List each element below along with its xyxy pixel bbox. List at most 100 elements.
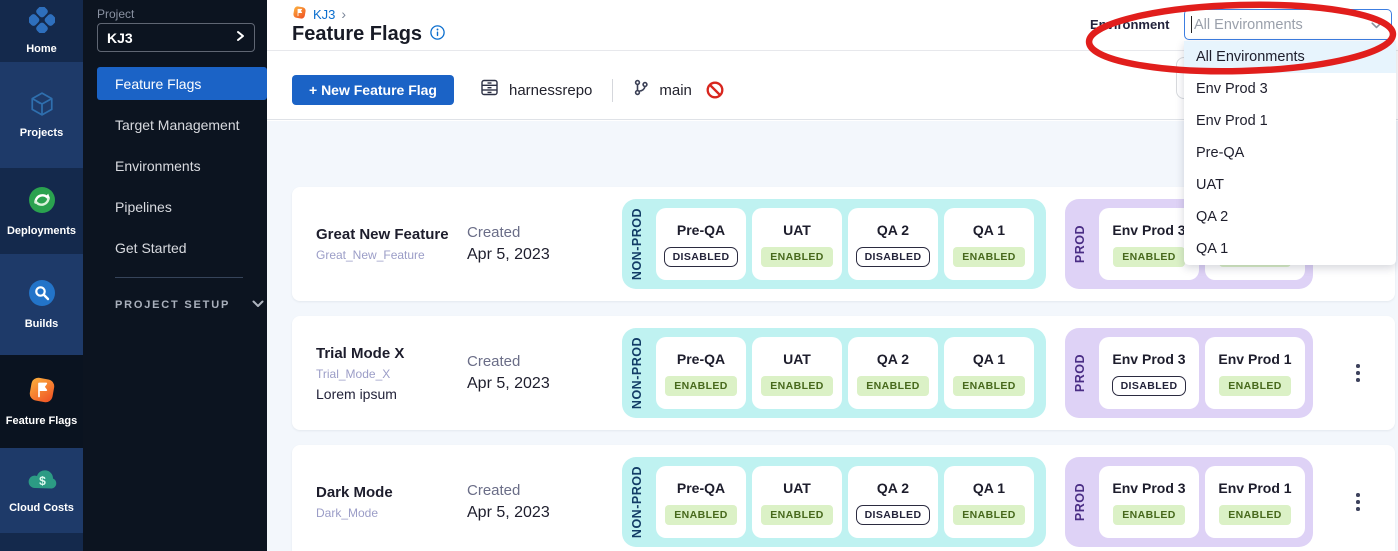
repo-selector[interactable]: harnessrepo (509, 82, 592, 99)
environment-card[interactable]: Env Prod 1 ENABLED (1205, 337, 1305, 409)
feature-flags-icon (27, 375, 57, 408)
sidebar-menu: Feature Flags Target Management Environmen… (83, 67, 267, 272)
flag-state-badge: ENABLED (665, 376, 737, 396)
flag-state-badge: ENABLED (761, 247, 833, 267)
sidebar-item-environments[interactable]: Environments (83, 149, 267, 182)
environment-name: QA 1 (973, 222, 1005, 238)
non-prod-label: NON-PROD (630, 337, 652, 409)
breadcrumb-project-link[interactable]: KJ3 (313, 7, 335, 22)
rail-label: Cloud Costs (9, 502, 74, 514)
environment-card[interactable]: Pre-QAENABLED (656, 466, 746, 538)
non-prod-label: NON-PROD (630, 208, 652, 280)
environment-card[interactable]: Pre-QADISABLED (656, 208, 746, 280)
branch-selector[interactable]: main (659, 82, 692, 99)
svg-text:$: $ (39, 474, 46, 488)
project-name: KJ3 (107, 30, 133, 46)
text-caret (1191, 16, 1192, 33)
environment-card[interactable]: Env Prod 1ENABLED (1205, 466, 1305, 538)
flag-name[interactable]: Dark Mode (316, 484, 466, 501)
environment-card[interactable]: QA 2DISABLED (848, 466, 938, 538)
git-branch-icon (633, 79, 649, 101)
flag-state-badge: ENABLED (1219, 376, 1291, 396)
flag-breadcrumb-icon (292, 5, 307, 23)
environment-option[interactable]: Pre-QA (1184, 137, 1396, 169)
environment-card[interactable]: Env Prod 3DISABLED (1099, 337, 1199, 409)
environment-option[interactable]: Env Prod 3 (1184, 73, 1396, 105)
rail-label: Feature Flags (6, 415, 78, 427)
flag-identifier: Dark_Mode (316, 506, 466, 520)
environment-name: Env Prod 1 (1218, 351, 1291, 367)
environment-name: Pre-QA (677, 480, 725, 496)
prod-environments: PROD Env Prod 3ENABLEDEnv Prod 1ENABLED (1065, 457, 1313, 547)
project-sidebar: Project KJ3 Feature FlagsTarget Manageme… (83, 0, 267, 551)
sidebar-item-feature-flags[interactable]: Feature Flags (97, 67, 267, 100)
projects-icon (29, 91, 55, 120)
row-options-menu-icon[interactable] (1352, 489, 1364, 515)
created-label: Created (467, 224, 550, 241)
flag-created: Created Apr 5, 2023 (467, 316, 550, 430)
rail-item-feature-flags[interactable]: Feature Flags (0, 355, 83, 448)
sidebar-item-pipelines[interactable]: Pipelines (83, 190, 267, 223)
environment-option[interactable]: Env Prod 1 (1184, 105, 1396, 137)
rail-item-projects[interactable]: Projects (0, 62, 83, 168)
environment-dropdown-menu: All EnvironmentsEnv Prod 3Env Prod 1Pre-… (1184, 41, 1396, 265)
environment-name: Env Prod 3 (1112, 222, 1185, 238)
flag-state-badge: DISABLED (856, 247, 931, 267)
flag-state-badge: ENABLED (953, 505, 1025, 525)
environment-option[interactable]: UAT (1184, 169, 1396, 201)
environment-name: QA 2 (877, 480, 909, 496)
created-label: Created (467, 482, 550, 499)
chevron-down-icon (252, 299, 264, 311)
row-options-menu-icon[interactable] (1352, 360, 1364, 386)
environment-filter-input[interactable]: All Environments (1184, 9, 1392, 40)
sidebar-item-get-started[interactable]: Get Started (83, 231, 267, 264)
cloud-costs-icon: $ (26, 467, 58, 495)
environment-card[interactable]: QA 1ENABLED (944, 208, 1034, 280)
sync-disabled-icon (706, 81, 724, 99)
environment-name: QA 2 (877, 351, 909, 367)
environment-option[interactable]: QA 2 (1184, 201, 1396, 233)
info-icon[interactable] (430, 23, 445, 46)
environment-option[interactable]: All Environments (1184, 41, 1396, 73)
prod-label: PROD (1073, 225, 1095, 263)
deployments-icon (27, 185, 57, 218)
flag-description: Lorem ipsum (316, 386, 466, 402)
environment-option[interactable]: QA 1 (1184, 233, 1396, 265)
project-setup-toggle[interactable]: PROJECT SETUP (115, 299, 264, 311)
created-date: Apr 5, 2023 (467, 246, 550, 264)
environment-card[interactable]: Pre-QAENABLED (656, 337, 746, 409)
non-prod-label: NON-PROD (630, 466, 652, 538)
sidebar-item-target-management[interactable]: Target Management (83, 108, 267, 141)
flag-identifier: Trial_Mode_X (316, 367, 466, 381)
rail-item-deployments[interactable]: Deployments (0, 168, 83, 254)
environment-card[interactable]: UATENABLED (752, 466, 842, 538)
environment-card[interactable]: UATENABLED (752, 208, 842, 280)
environment-card[interactable]: Env Prod 3ENABLED (1099, 466, 1199, 538)
environment-name: QA 1 (973, 351, 1005, 367)
rail-label: Home (26, 43, 57, 55)
module-rail: Home Projects Deployments Builds Feature… (0, 0, 83, 551)
environment-card[interactable]: QA 1ENABLED (944, 466, 1034, 538)
created-label: Created (467, 353, 550, 370)
environment-card[interactable]: QA 2ENABLED (848, 337, 938, 409)
environment-card[interactable]: UATENABLED (752, 337, 842, 409)
new-feature-flag-button[interactable]: + New Feature Flag (292, 75, 454, 105)
environment-card[interactable]: QA 1ENABLED (944, 337, 1034, 409)
project-selector[interactable]: KJ3 (97, 23, 255, 52)
flag-name[interactable]: Trial Mode X (316, 345, 466, 362)
chevron-right-icon (235, 29, 245, 47)
breadcrumb: KJ3 › (292, 5, 346, 23)
flag-identifier: Great_New_Feature (316, 248, 466, 262)
flag-created: Created Apr 5, 2023 (467, 187, 550, 301)
environment-name: UAT (783, 351, 811, 367)
flag-state-badge: ENABLED (1113, 247, 1185, 267)
non-prod-environments: NON-PROD Pre-QAENABLEDUATENABLEDQA 2ENAB… (622, 328, 1046, 418)
rail-item-home[interactable]: Home (0, 0, 83, 62)
rail-item-builds[interactable]: Builds (0, 254, 83, 355)
flag-info: Great New Feature Great_New_Feature (316, 187, 466, 301)
environment-card[interactable]: QA 2DISABLED (848, 208, 938, 280)
created-date: Apr 5, 2023 (467, 504, 550, 522)
rail-item-cloud-costs[interactable]: $ Cloud Costs (0, 448, 83, 533)
flag-name[interactable]: Great New Feature (316, 226, 466, 243)
feature-flag-row: Dark Mode Dark_Mode Created Apr 5, 2023 … (292, 445, 1395, 551)
